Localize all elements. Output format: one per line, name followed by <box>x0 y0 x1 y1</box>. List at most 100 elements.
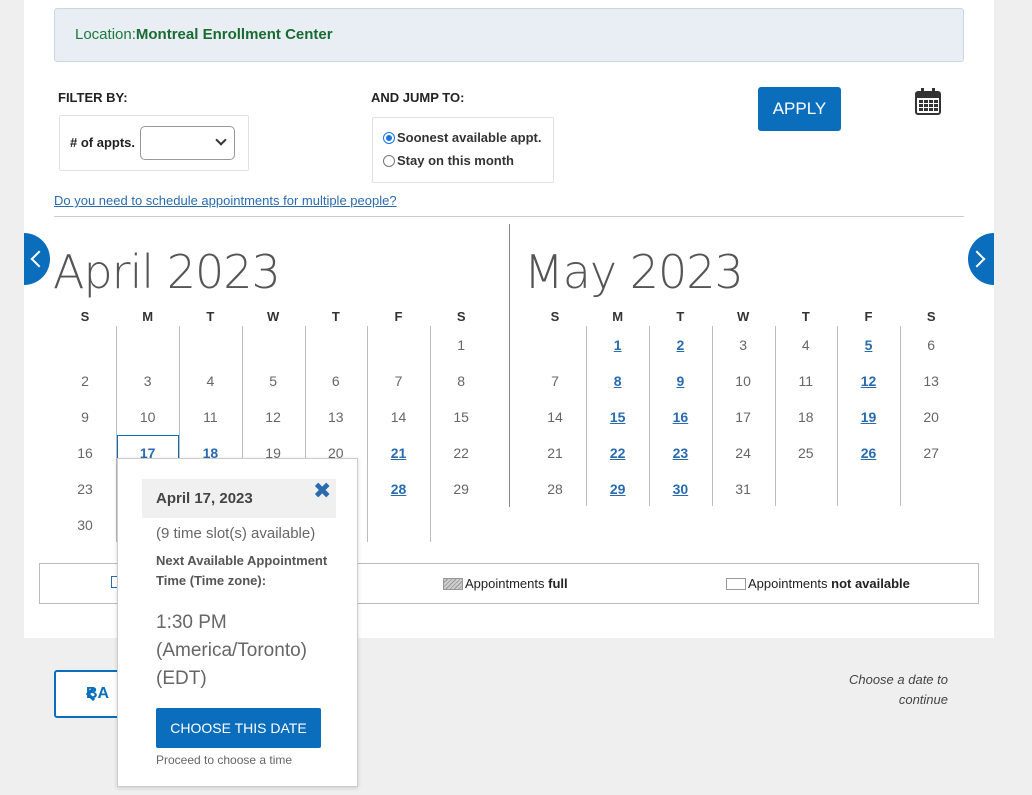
choose-this-date-button[interactable]: CHOOSE THIS DATE <box>156 708 321 748</box>
location-banner: Location:Montreal Enrollment Center <box>54 8 964 62</box>
multiple-people-link[interactable]: Do you need to schedule appointments for… <box>54 193 397 208</box>
weekday-header: F <box>864 309 873 324</box>
day-cell: 14 <box>547 409 563 425</box>
month-title-april: April 2023 <box>53 245 281 299</box>
apply-button[interactable]: APPLY <box>758 87 841 131</box>
day-cell: 21 <box>547 445 563 461</box>
radio-soonest-dot[interactable] <box>383 131 395 144</box>
appts-select[interactable] <box>140 126 235 160</box>
day-cell: 12 <box>265 409 281 425</box>
month-divider <box>509 224 510 507</box>
available-day[interactable]: 30 <box>660 481 700 497</box>
day-cell: 6 <box>331 373 340 389</box>
legend-full: Appointments full <box>443 576 568 591</box>
day-cell: 28 <box>547 481 563 497</box>
popup-time: 1:30 PM (America/Toronto) (EDT) <box>156 612 307 689</box>
available-day[interactable]: 29 <box>598 481 638 497</box>
available-day[interactable]: 12 <box>849 373 889 389</box>
available-day[interactable]: 15 <box>598 409 638 425</box>
day-cell: 9 <box>81 409 89 425</box>
available-day[interactable]: 19 <box>849 409 889 425</box>
day-cell: 10 <box>139 409 156 425</box>
legend-na-bold: not available <box>831 576 910 591</box>
calendar-column-line <box>649 326 650 506</box>
chevron-left-icon <box>30 250 48 268</box>
day-cell: 7 <box>551 373 559 389</box>
weekday-header: T <box>676 309 685 324</box>
calendar-column-line <box>367 326 368 542</box>
radio-soonest[interactable]: Soonest available appt. <box>383 130 542 145</box>
available-day[interactable]: 1 <box>598 337 638 353</box>
choose-date-hint: Choose a date to continue <box>848 672 948 707</box>
weekday-header: M <box>142 309 154 324</box>
day-cell: 11 <box>798 373 814 389</box>
popup-date: April 17, 2023 <box>142 479 336 518</box>
day-cell: 17 <box>735 409 751 425</box>
day-cell: 11 <box>203 409 218 425</box>
legend-full-bold: full <box>548 576 568 591</box>
weekday-header: M <box>612 309 624 324</box>
day-cell: 3 <box>143 373 152 389</box>
jump-title: AND JUMP TO: <box>371 90 465 105</box>
popup-next-label: Next Available Appointment Time (Time zo… <box>156 553 328 588</box>
day-cell: 22 <box>453 445 469 461</box>
available-day[interactable]: 16 <box>660 409 700 425</box>
day-cell: 5 <box>269 373 277 389</box>
weekday-header: W <box>266 309 280 324</box>
weekday-header: F <box>394 309 403 324</box>
day-cell: 30 <box>77 517 93 533</box>
day-cell: 31 <box>735 481 751 497</box>
day-cell: 27 <box>923 445 939 461</box>
day-cell: 20 <box>923 409 939 425</box>
day-cell: 10 <box>735 373 751 389</box>
date-popup: April 17, 2023 ✖ (9 time slot(s) availab… <box>117 458 358 787</box>
day-cell: 8 <box>457 373 466 389</box>
available-day[interactable]: 23 <box>660 445 700 461</box>
day-cell: 1 <box>457 337 466 353</box>
day-cell: 4 <box>206 373 215 389</box>
available-day[interactable]: 2 <box>660 337 700 353</box>
day-cell: 23 <box>77 481 93 497</box>
day-cell: 25 <box>798 445 814 461</box>
available-day[interactable]: 26 <box>849 445 889 461</box>
available-day[interactable]: 21 <box>379 445 419 461</box>
radio-stay[interactable]: Stay on this month <box>383 153 514 168</box>
close-icon[interactable]: ✖ <box>313 480 331 502</box>
location-label: Location: <box>75 26 136 43</box>
available-day[interactable]: 22 <box>598 445 638 461</box>
day-cell: 14 <box>390 409 407 425</box>
radio-soonest-label: Soonest available appt. <box>397 130 542 145</box>
day-cell: 2 <box>81 373 89 389</box>
weekday-header: S <box>926 309 936 324</box>
weekday-header: T <box>331 309 340 324</box>
legend-not-available: Appointments not available <box>726 576 910 591</box>
legend-na-swatch <box>726 577 746 590</box>
day-cell: 15 <box>453 409 469 425</box>
available-day[interactable]: 9 <box>660 373 700 389</box>
available-day[interactable]: 8 <box>598 373 638 389</box>
day-cell: 3 <box>739 337 747 353</box>
available-day[interactable]: 28 <box>379 481 419 497</box>
weekday-header: T <box>801 309 810 324</box>
day-cell: 16 <box>77 445 93 461</box>
weekday-header: S <box>80 309 90 324</box>
legend-full-label: Appointments full <box>465 576 568 591</box>
legend-full-swatch <box>443 577 463 590</box>
calendar-column-line <box>586 326 587 506</box>
available-day[interactable]: 5 <box>849 337 889 353</box>
calendar-column-line <box>775 326 776 506</box>
legend-na-label: Appointments not available <box>748 576 910 591</box>
popup-slots: (9 time slot(s) available) <box>156 525 316 542</box>
weekday-header: S <box>456 309 466 324</box>
day-cell: 18 <box>798 409 814 425</box>
legend-na-prefix: Appointments <box>748 576 828 591</box>
radio-stay-dot[interactable] <box>383 154 395 167</box>
calendar-column-line <box>712 326 713 506</box>
filter-title: FILTER BY: <box>58 90 128 105</box>
day-cell: 24 <box>735 445 751 461</box>
appts-label: # of appts. <box>70 135 136 150</box>
calendar-icon[interactable] <box>915 88 941 115</box>
day-cell: 7 <box>394 373 403 389</box>
day-cell: 29 <box>453 481 469 497</box>
day-cell: 13 <box>923 373 939 389</box>
